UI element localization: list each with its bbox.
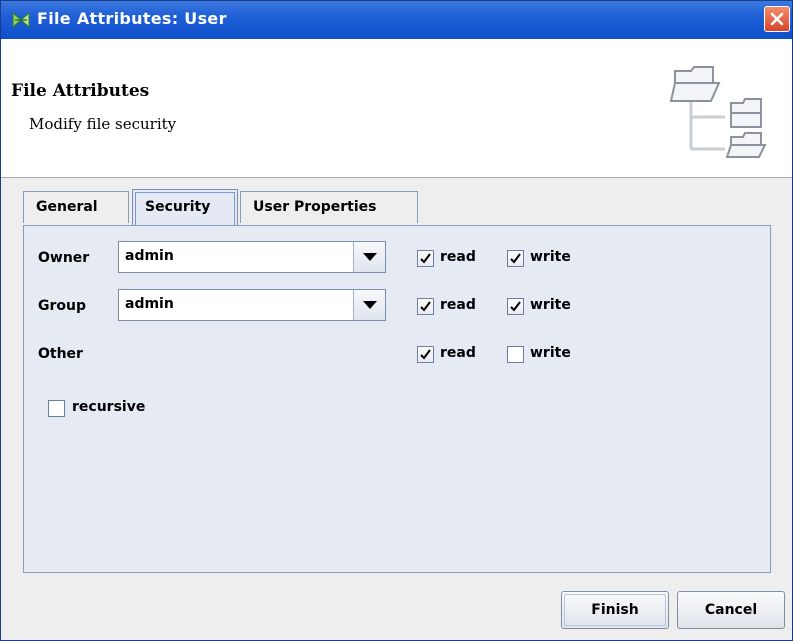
chevron-down-icon (363, 301, 377, 309)
cancel-button-label: Cancel (704, 602, 758, 618)
tab-general-label: General (36, 199, 98, 215)
tab-focus-ring (135, 192, 235, 225)
group-write-label: write (530, 297, 571, 313)
finish-button[interactable]: Finish (561, 591, 669, 629)
folder-tree-icon (661, 61, 773, 165)
title-bar[interactable]: File Attributes: User (1, 1, 792, 39)
other-label: Other (38, 346, 83, 362)
group-select-arrow[interactable] (353, 290, 385, 320)
tab-user-properties-label: User Properties (253, 199, 377, 215)
other-write-checkbox[interactable] (507, 346, 524, 363)
dialog-header: File Attributes Modify file security (1, 39, 792, 178)
tab-user-properties[interactable]: User Properties (240, 191, 418, 223)
app-icon (11, 10, 31, 30)
close-button[interactable] (764, 6, 790, 32)
group-read-label: read (440, 297, 476, 313)
header-subtitle: Modify file security (29, 115, 177, 133)
other-write-label: write (530, 345, 571, 361)
tab-general[interactable]: General (23, 191, 129, 223)
tab-security[interactable]: Security (132, 189, 238, 225)
owner-select[interactable]: admin (118, 241, 386, 273)
owner-read-checkbox[interactable] (417, 250, 434, 267)
owner-select-arrow[interactable] (353, 242, 385, 272)
file-attributes-dialog: File Attributes: User File Attributes Mo… (0, 0, 793, 641)
owner-label: Owner (38, 250, 90, 266)
checkmark-icon (510, 253, 521, 264)
cancel-button[interactable]: Cancel (677, 591, 785, 629)
close-icon (770, 12, 784, 26)
owner-write-label: write (530, 249, 571, 265)
owner-select-value: admin (125, 248, 174, 264)
recursive-label: recursive (72, 399, 146, 415)
group-label: Group (38, 298, 87, 314)
checkmark-icon (510, 301, 521, 312)
owner-write-checkbox[interactable] (507, 250, 524, 267)
group-write-checkbox[interactable] (507, 298, 524, 315)
finish-focus-ring (564, 594, 666, 626)
checkmark-icon (420, 301, 431, 312)
group-select[interactable]: admin (118, 289, 386, 321)
chevron-down-icon (363, 253, 377, 261)
recursive-checkbox[interactable] (48, 400, 65, 417)
owner-read-label: read (440, 249, 476, 265)
checkmark-icon (420, 253, 431, 264)
other-read-checkbox[interactable] (417, 346, 434, 363)
header-title: File Attributes (11, 81, 150, 101)
other-read-label: read (440, 345, 476, 361)
checkmark-icon (420, 349, 431, 360)
window-title: File Attributes: User (37, 9, 227, 28)
group-read-checkbox[interactable] (417, 298, 434, 315)
security-panel: Owner admin read write Group admin read (23, 225, 771, 573)
group-select-value: admin (125, 296, 174, 312)
